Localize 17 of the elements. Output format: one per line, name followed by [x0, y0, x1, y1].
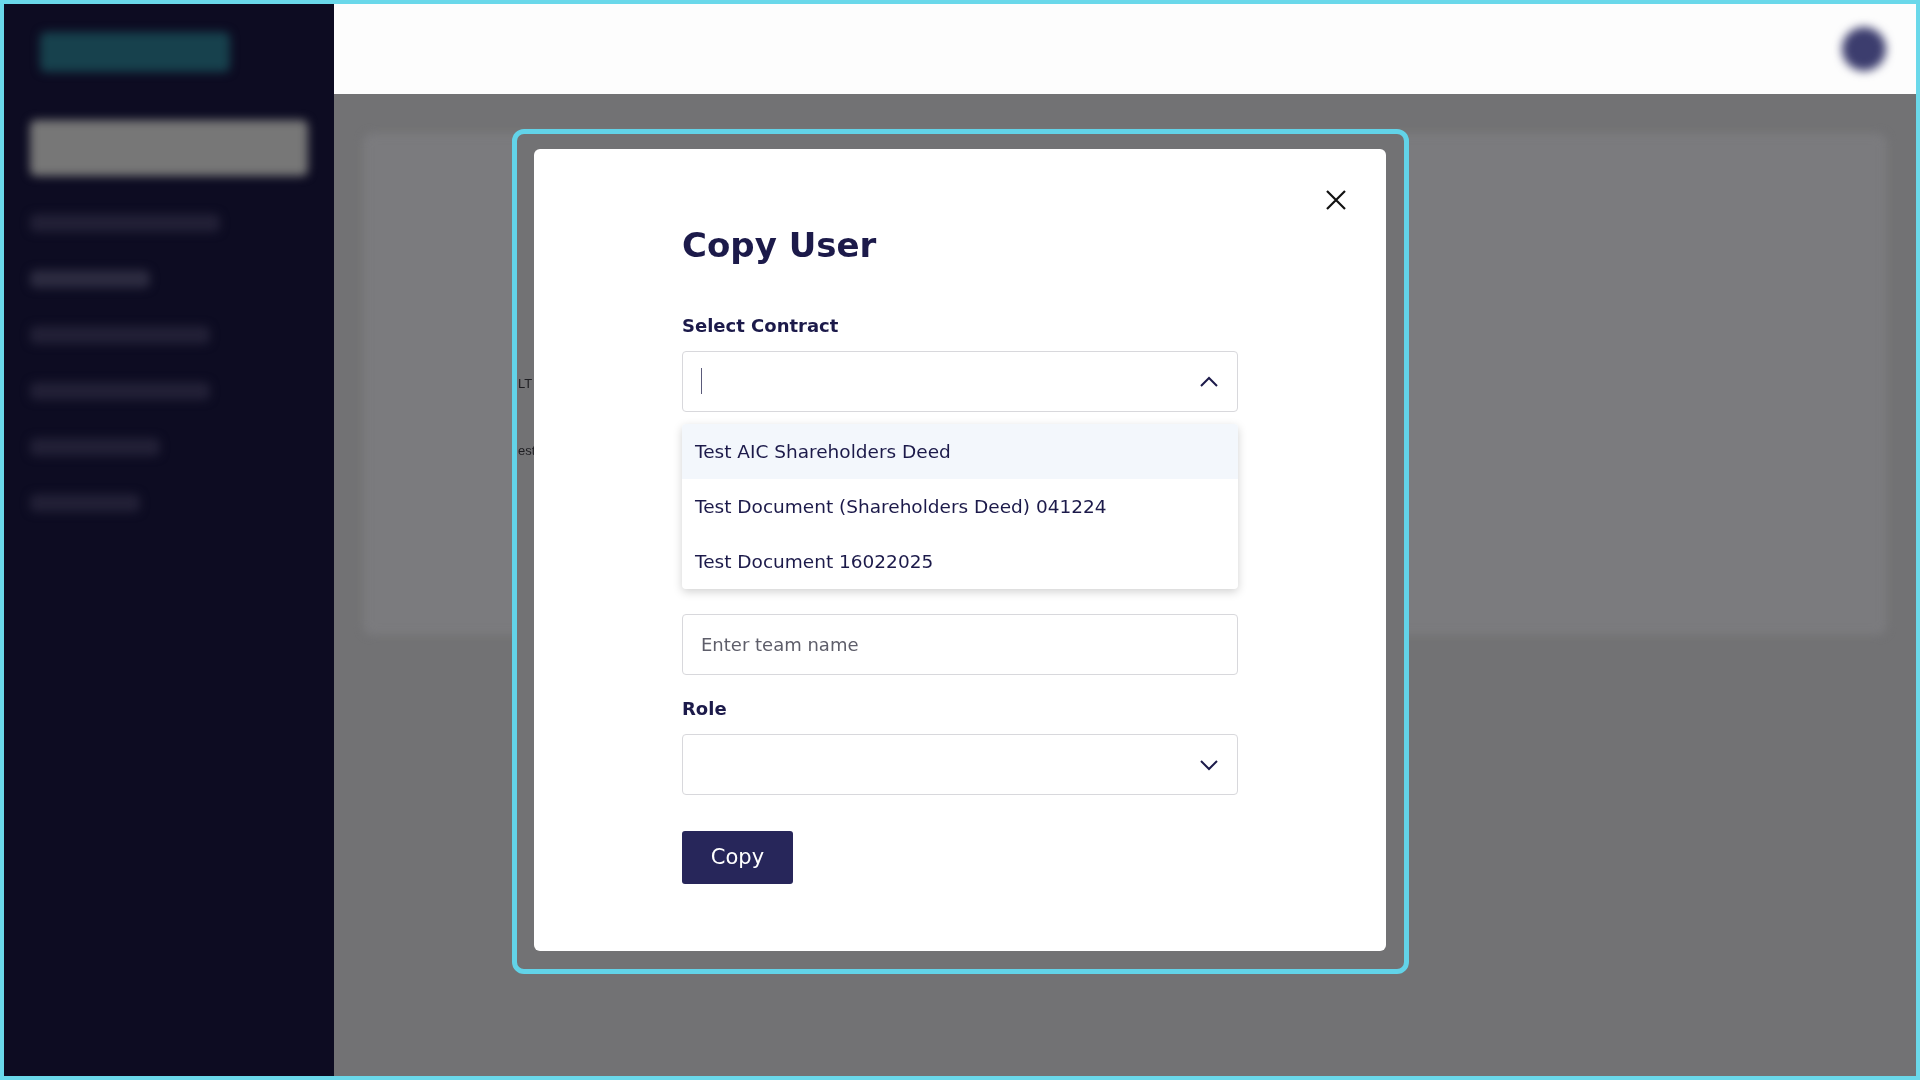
field-label: Select Contract	[682, 313, 840, 338]
copy-button[interactable]: Copy	[682, 830, 793, 884]
chevron-up-icon	[1199, 375, 1219, 388]
dialog-title: Copy User	[682, 225, 878, 266]
team-name-field[interactable]: Enter team name	[682, 613, 1238, 675]
table-cell-text: est	[518, 442, 536, 460]
dropdown-option[interactable]: Test Document 16022025	[682, 534, 1238, 589]
dropdown-option[interactable]: Test AIC Shareholders Deed	[682, 424, 1238, 479]
field-label: Role	[682, 696, 728, 721]
role-select[interactable]	[682, 733, 1238, 795]
logo-icon	[40, 32, 230, 72]
table-cell-text: LT	[518, 375, 533, 393]
avatar-icon	[1842, 27, 1886, 71]
text-cursor	[701, 368, 702, 395]
chevron-down-icon	[1199, 758, 1219, 771]
contract-select[interactable]	[682, 350, 1238, 412]
dropdown-option[interactable]: Test Document (Shareholders Deed) 041224	[682, 479, 1238, 534]
